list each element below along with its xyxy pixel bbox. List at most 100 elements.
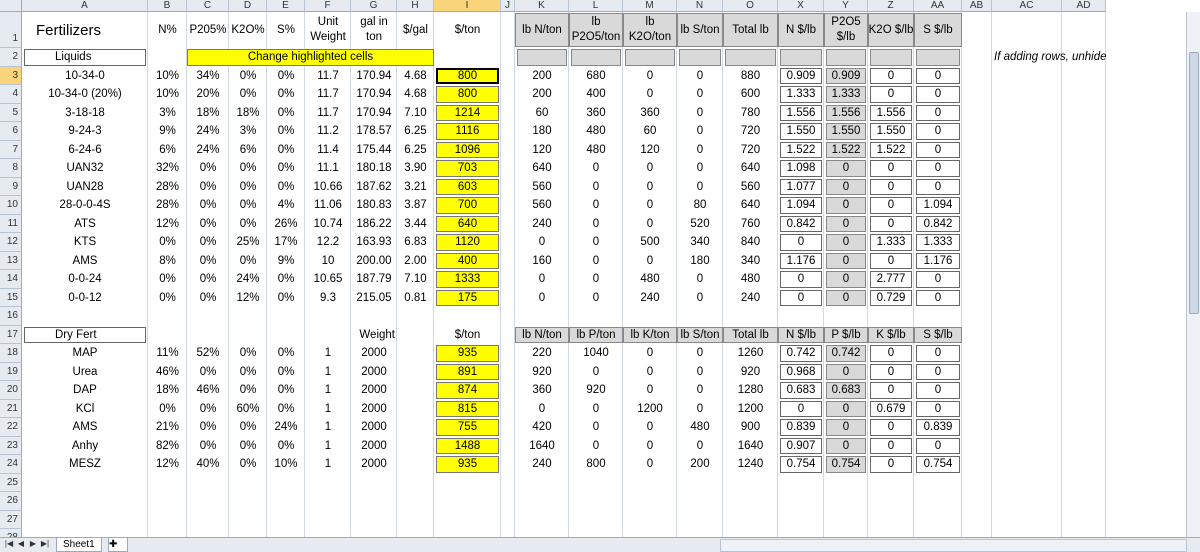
row-header-25[interactable]: 25 [0, 473, 22, 492]
row-header-12[interactable]: 12 [0, 233, 22, 252]
column-header-ad[interactable]: AD [1062, 0, 1106, 12]
liquid-cell-m[interactable]: 360 [625, 105, 675, 122]
liquid-cell-b[interactable]: 0% [150, 290, 185, 307]
dry-header-x[interactable]: N $/lb [778, 326, 824, 343]
dry-cell-a[interactable]: DAP [22, 382, 148, 399]
liquid-cell-m[interactable]: 240 [625, 290, 675, 307]
dry-cell-a[interactable]: KCl [22, 401, 148, 418]
liquid-cell-n[interactable]: 340 [679, 234, 721, 251]
dry-cell-i[interactable]: 891 [436, 363, 499, 380]
dry-cell-a[interactable]: Urea [22, 364, 148, 381]
liquid-cell-i[interactable]: 800 [436, 86, 499, 103]
dry-cell-i[interactable]: 935 [436, 456, 499, 473]
dry-cell-aa[interactable]: 0 [916, 382, 960, 399]
liquid-cell-k[interactable]: 560 [517, 179, 567, 196]
liquid-cell-e[interactable]: 0% [269, 105, 303, 122]
gray-header-spacer-l[interactable] [571, 49, 621, 66]
liquid-cell-aa[interactable]: 0 [916, 178, 960, 195]
dry-cell-f[interactable]: 1 [307, 419, 349, 436]
liquid-cell-y[interactable]: 1.333 [826, 86, 866, 103]
dry-cell-a[interactable]: Anhy [22, 438, 148, 455]
liquid-cell-i[interactable]: 640 [436, 215, 499, 232]
liquid-cell-k[interactable]: 120 [517, 142, 567, 159]
dry-cell-i[interactable]: 815 [436, 400, 499, 417]
header-cell-h[interactable]: $/gal [397, 13, 434, 47]
liquid-cell-y[interactable]: 0.909 [826, 67, 866, 84]
liquid-cell-z[interactable]: 2.777 [870, 271, 912, 288]
dry-cell-b[interactable]: 46% [150, 364, 185, 381]
row-header-11[interactable]: 11 [0, 214, 22, 233]
liquid-cell-z[interactable]: 1.550 [870, 123, 912, 140]
liquid-cell-o[interactable]: 760 [725, 216, 776, 233]
insert-sheet-icon[interactable]: ✚ [108, 538, 128, 552]
liquid-cell-n[interactable]: 0 [679, 123, 721, 140]
liquid-cell-c[interactable]: 0% [189, 160, 227, 177]
column-header-j[interactable]: J [501, 0, 515, 12]
liquid-cell-m[interactable]: 60 [625, 123, 675, 140]
first-sheet-icon[interactable]: |◀ [4, 539, 14, 548]
liquid-cell-c[interactable]: 18% [189, 105, 227, 122]
liquid-cell-n[interactable]: 0 [679, 105, 721, 122]
liquid-cell-y[interactable]: 0 [826, 215, 866, 232]
header-cell-e[interactable]: S% [267, 13, 305, 47]
dry-cell-c[interactable]: 0% [189, 364, 227, 381]
header-cell-c[interactable]: P205% [187, 13, 229, 47]
liquid-cell-i[interactable]: 700 [436, 197, 499, 214]
liquid-cell-f[interactable]: 10.66 [307, 179, 349, 196]
dry-cell-l[interactable]: 0 [571, 364, 621, 381]
row-header-16[interactable]: 16 [0, 307, 22, 326]
row-header-26[interactable]: 26 [0, 492, 22, 511]
select-all-corner[interactable] [0, 0, 22, 12]
liquid-cell-l[interactable]: 0 [571, 197, 621, 214]
row-header-27[interactable]: 27 [0, 510, 22, 529]
column-header-e[interactable]: E [267, 0, 305, 12]
liquid-cell-c[interactable]: 20% [189, 86, 227, 103]
dry-cell-a[interactable]: MAP [22, 345, 148, 362]
dry-cell-d[interactable]: 0% [231, 382, 265, 399]
column-header-c[interactable]: C [187, 0, 229, 12]
liquid-cell-g[interactable]: 215.05 [353, 290, 395, 307]
liquid-cell-d[interactable]: 12% [231, 290, 265, 307]
liquid-cell-b[interactable]: 28% [150, 197, 185, 214]
dry-cell-z[interactable]: 0.679 [870, 400, 912, 417]
liquid-cell-e[interactable]: 0% [269, 123, 303, 140]
liquid-cell-z[interactable]: 0 [870, 178, 912, 195]
liquid-cell-f[interactable]: 12.2 [307, 234, 349, 251]
liquid-cell-z[interactable]: 0 [870, 86, 912, 103]
liquid-cell-c[interactable]: 0% [189, 234, 227, 251]
liquid-cell-h[interactable]: 7.10 [399, 105, 432, 122]
dry-cell-c[interactable]: 0% [189, 419, 227, 436]
dry-cell-f[interactable]: 1 [307, 401, 349, 418]
liquid-cell-n[interactable]: 0 [679, 290, 721, 307]
liquid-cell-k[interactable]: 60 [517, 105, 567, 122]
header-cell-o[interactable]: Total lb [723, 13, 778, 47]
liquid-cell-aa[interactable]: 0 [916, 160, 960, 177]
liquid-cell-f[interactable]: 10.74 [307, 216, 349, 233]
dry-cell-k[interactable]: 1640 [517, 438, 567, 455]
liquid-cell-k[interactable]: 0 [517, 271, 567, 288]
liquid-cell-i[interactable]: 1116 [436, 123, 499, 140]
liquid-cell-d[interactable]: 0% [231, 86, 265, 103]
liquid-cell-o[interactable]: 560 [725, 179, 776, 196]
note-if-adding-rows[interactable]: If adding rows, unhide [992, 49, 1107, 66]
liquid-cell-e[interactable]: 0% [269, 86, 303, 103]
liquid-cell-c[interactable]: 0% [189, 179, 227, 196]
liquid-cell-x[interactable]: 1.550 [780, 123, 822, 140]
liquid-cell-h[interactable]: 6.25 [399, 142, 432, 159]
gray-header-spacer-n[interactable] [679, 49, 721, 66]
liquid-cell-f[interactable]: 11.4 [307, 142, 349, 159]
dry-cell-k[interactable]: 360 [517, 382, 567, 399]
liquid-cell-aa[interactable]: 0 [916, 271, 960, 288]
liquid-cell-d[interactable]: 0% [231, 216, 265, 233]
dry-cell-o[interactable]: 900 [725, 419, 776, 436]
liquid-cell-aa[interactable]: 1.094 [916, 197, 960, 214]
liquid-cell-d[interactable]: 0% [231, 68, 265, 85]
row-header-23[interactable]: 23 [0, 436, 22, 455]
dry-cell-g[interactable]: 2000 [353, 382, 395, 399]
liquid-cell-k[interactable]: 180 [517, 123, 567, 140]
dry-cell-y[interactable]: 0 [826, 400, 866, 417]
dry-cell-m[interactable]: 0 [625, 456, 675, 473]
liquid-cell-g[interactable]: 200.00 [353, 253, 395, 270]
dry-cell-g[interactable]: 2000 [353, 345, 395, 362]
header-cell-aa[interactable]: S $/lb [914, 13, 962, 47]
